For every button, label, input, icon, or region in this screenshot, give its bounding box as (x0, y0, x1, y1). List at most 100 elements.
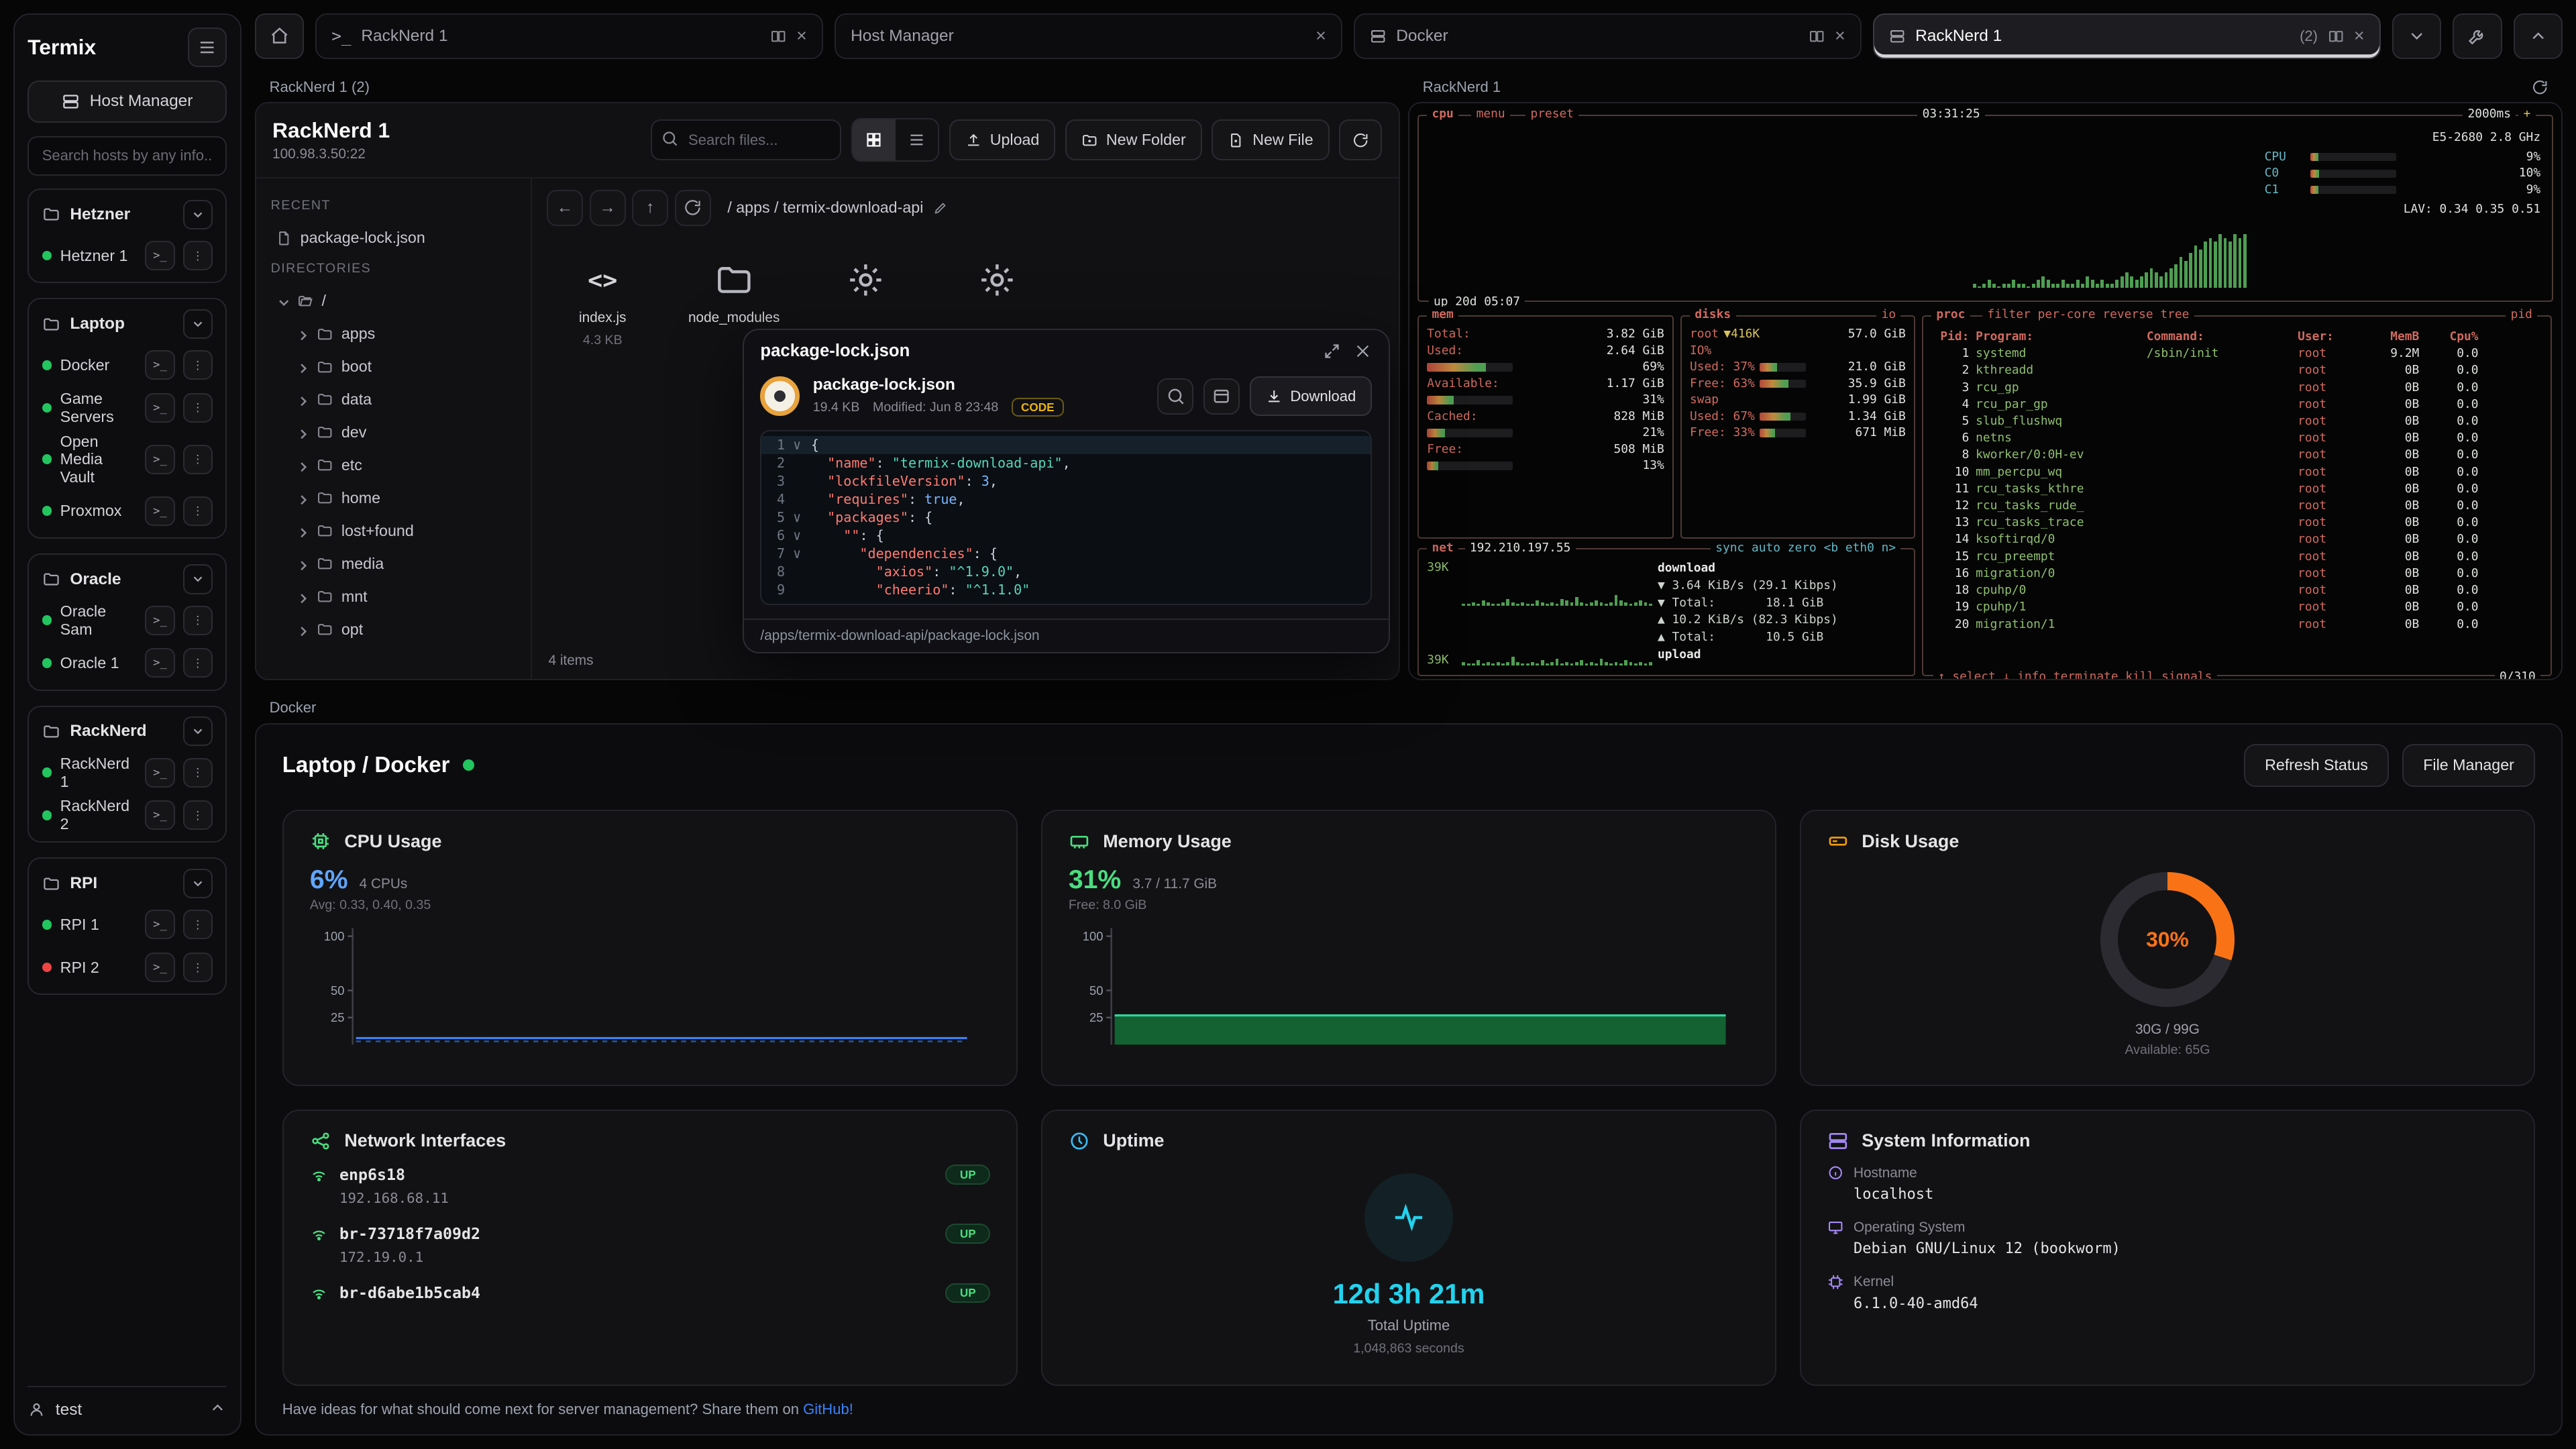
kebab-menu-button[interactable]: ⋮ (183, 350, 213, 380)
tab-list-button[interactable] (2392, 13, 2441, 60)
tree-dir-lost-found[interactable]: lost+found (290, 515, 516, 547)
process-row[interactable]: 2kthreaddroot0B0.0 (1923, 362, 2551, 378)
collapse-button[interactable] (2514, 13, 2563, 60)
process-row[interactable]: 4rcu_par_gproot0B0.0 (1923, 396, 2551, 413)
github-link[interactable]: GitHub! (803, 1401, 853, 1417)
sidebar-menu-button[interactable] (188, 28, 227, 67)
chevron-right-icon[interactable] (295, 492, 309, 505)
tree-dir-etc[interactable]: etc (290, 449, 516, 482)
file-grid-item[interactable]: <>index.js4.3 KB (555, 257, 650, 348)
expand-button[interactable] (1323, 342, 1341, 360)
chevron-right-icon[interactable] (295, 393, 309, 407)
panel-title-file[interactable]: RackNerd 1 (2) (255, 72, 1400, 102)
sidebar-host-item[interactable]: Hetzner 1>_⋮ (34, 234, 221, 277)
kebab-menu-button[interactable]: ⋮ (183, 393, 213, 423)
terminal-button[interactable]: >_ (145, 758, 174, 788)
grid-view-button[interactable] (853, 119, 896, 160)
chevron-right-icon[interactable] (295, 623, 309, 637)
terminal-button[interactable]: >_ (145, 445, 174, 474)
chevron-right-icon[interactable] (295, 557, 309, 571)
group-header[interactable]: Hetzner (34, 195, 221, 234)
line-number[interactable]: 5 ∨ (761, 508, 810, 527)
up-button[interactable]: ↑ (632, 190, 668, 226)
terminal-button[interactable]: >_ (145, 496, 174, 526)
terminal-button[interactable]: >_ (145, 800, 174, 830)
group-header[interactable]: RackNerd (34, 712, 221, 751)
sync-icon[interactable] (2532, 79, 2548, 95)
split-icon[interactable] (770, 28, 786, 44)
chevron-down-icon[interactable] (183, 869, 213, 898)
tree-dir-apps[interactable]: apps (290, 317, 516, 350)
sidebar-host-item[interactable]: Proxmox>_⋮ (34, 490, 221, 533)
chevron-right-icon[interactable] (295, 360, 309, 374)
open-in-editor-button[interactable] (1203, 378, 1240, 415)
kebab-menu-button[interactable]: ⋮ (183, 445, 213, 474)
process-row[interactable]: 3rcu_gproot0B0.0 (1923, 379, 2551, 396)
sidebar-host-item[interactable]: Open Media Vault>_⋮ (34, 429, 221, 490)
terminal-button[interactable]: >_ (145, 910, 174, 939)
file-grid-item[interactable] (818, 257, 913, 303)
close-tab-button[interactable]: × (796, 27, 807, 45)
close-tab-button[interactable]: × (1316, 27, 1326, 45)
terminal-button[interactable]: >_ (145, 648, 174, 678)
new-file-button[interactable]: New File (1212, 119, 1329, 160)
process-row[interactable]: 16migration/0root0B0.0 (1923, 565, 2551, 582)
group-header[interactable]: RPI (34, 864, 221, 904)
process-row[interactable]: 20migration/1root0B0.0 (1923, 616, 2551, 633)
chevron-right-icon[interactable] (295, 525, 309, 538)
chevron-right-icon[interactable] (295, 426, 309, 439)
recent-file-item[interactable]: package-lock.json (271, 221, 516, 254)
kebab-menu-button[interactable]: ⋮ (183, 953, 213, 982)
breadcrumb[interactable]: / apps / termix-download-api (727, 199, 948, 217)
file-manager-button[interactable]: File Manager (2402, 744, 2535, 787)
sidebar-host-item[interactable]: Oracle 1>_⋮ (34, 642, 221, 685)
search-in-file-button[interactable] (1157, 378, 1193, 415)
tree-dir-home[interactable]: home (290, 482, 516, 515)
process-row[interactable]: 5slub_flushwqroot0B0.0 (1923, 413, 2551, 429)
tab-racknerd-1[interactable]: >_RackNerd 1× (315, 13, 823, 60)
host-search-input[interactable] (28, 136, 227, 176)
sidebar-host-item[interactable]: Game Servers>_⋮ (34, 386, 221, 429)
process-row[interactable]: 12rcu_tasks_rude_root0B0.0 (1923, 497, 2551, 514)
line-number[interactable]: 9 (761, 581, 810, 599)
line-number[interactable]: 7 ∨ (761, 545, 810, 563)
tree-dir-dev[interactable]: dev (290, 416, 516, 449)
refresh-path-button[interactable] (675, 190, 711, 226)
file-grid-item[interactable] (949, 257, 1044, 303)
line-number[interactable]: 4 (761, 490, 810, 508)
sidebar-host-item[interactable]: RPI 1>_⋮ (34, 904, 221, 947)
terminal-button[interactable]: >_ (145, 350, 174, 380)
tree-dir-mnt[interactable]: mnt (290, 580, 516, 613)
net-controls[interactable]: sync auto zero <b eth0 n> (1711, 540, 1901, 556)
process-row[interactable]: 13rcu_tasks_traceroot0B0.0 (1923, 514, 2551, 531)
chevron-down-icon[interactable] (183, 716, 213, 746)
process-row[interactable]: 14ksoftirqd/0root0B0.0 (1923, 531, 2551, 547)
line-number[interactable]: 1 ∨ (761, 436, 810, 454)
download-button[interactable]: Download (1250, 376, 1373, 416)
kebab-menu-button[interactable]: ⋮ (183, 648, 213, 678)
process-row[interactable]: 1systemd/sbin/initroot9.2M0.0 (1923, 345, 2551, 362)
refresh-status-button[interactable]: Refresh Status (2244, 744, 2390, 787)
sidebar-host-item[interactable]: RackNerd 1>_⋮ (34, 751, 221, 794)
chevron-right-icon[interactable] (295, 327, 309, 341)
tab-host-manager[interactable]: Host Manager× (835, 13, 1342, 60)
split-icon[interactable] (2328, 28, 2344, 44)
tree-root[interactable]: / (271, 284, 516, 317)
process-row[interactable]: 6netnsroot0B0.0 (1923, 429, 2551, 446)
line-number[interactable]: 6 ∨ (761, 527, 810, 545)
chevron-down-icon[interactable] (276, 294, 289, 308)
terminal-button[interactable]: >_ (145, 241, 174, 270)
line-number[interactable]: 2 (761, 454, 810, 472)
tools-button[interactable] (2453, 13, 2502, 60)
process-row[interactable]: 10mm_percpu_wqroot0B0.0 (1923, 464, 2551, 480)
user-menu[interactable]: test (28, 1386, 227, 1421)
chevron-down-icon[interactable] (183, 309, 213, 339)
kebab-menu-button[interactable]: ⋮ (183, 241, 213, 270)
terminal-button[interactable]: >_ (145, 606, 174, 635)
tree-dir-media[interactable]: media (290, 547, 516, 580)
terminal[interactable]: cpu menu preset 03:31:25 2000ms + E5-268… (1409, 103, 2562, 679)
panel-title-docker[interactable]: Docker (255, 693, 2563, 722)
new-folder-button[interactable]: New Folder (1065, 119, 1202, 160)
kebab-menu-button[interactable]: ⋮ (183, 910, 213, 939)
panel-title-terminal[interactable]: RackNerd 1 (1408, 72, 2563, 102)
